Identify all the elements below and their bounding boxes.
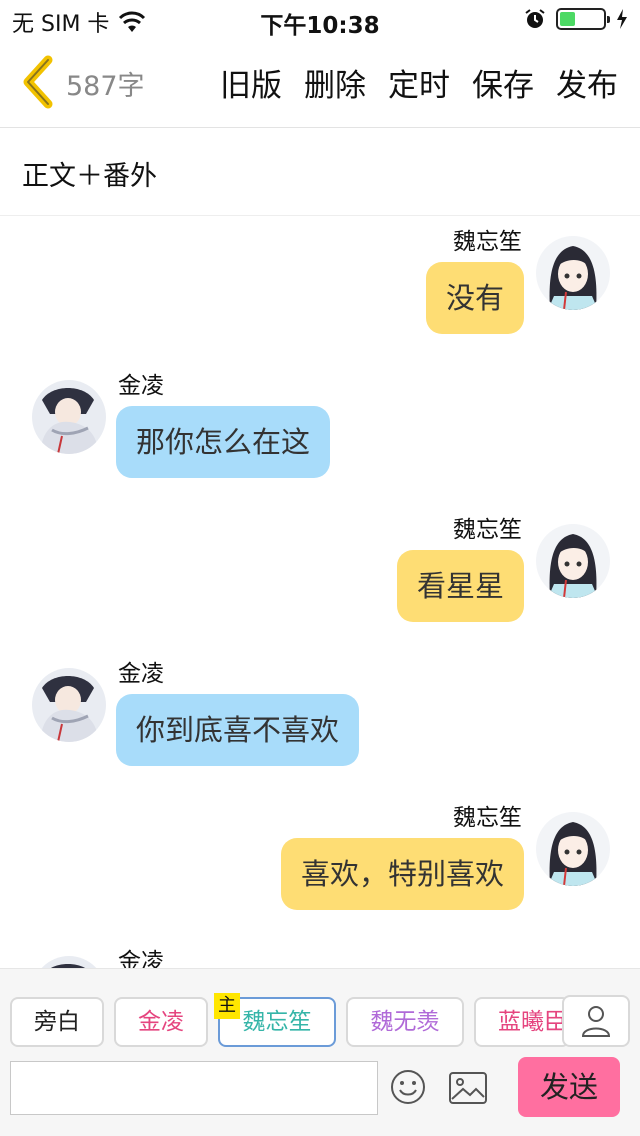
speaker-name: 金凌	[118, 373, 164, 399]
publish-button[interactable]: 发布	[556, 60, 618, 105]
avatar[interactable]	[32, 380, 106, 454]
emoji-icon[interactable]	[390, 1069, 426, 1105]
message-input[interactable]	[10, 1061, 378, 1115]
speaker-name: 金凌	[118, 949, 164, 968]
character-manage-button[interactable]	[562, 995, 630, 1047]
role-chip-lanxichen[interactable]: 蓝曦臣	[474, 997, 570, 1047]
message-bubble[interactable]: 看星星	[396, 550, 524, 622]
role-chip-weiwuxian[interactable]: 魏无羡	[346, 997, 464, 1047]
status-bar: 无 SIM 卡 下午10:38	[0, 0, 640, 40]
message-bubble[interactable]: 你到底喜不喜欢	[116, 694, 360, 766]
chat-message[interactable]: 金凌 那你怎么在这	[0, 360, 640, 510]
bottom-panel: 旁白 金凌 魏忘笙 主 魏无羡 蓝曦臣 发送	[0, 968, 640, 1136]
message-bubble[interactable]: 喜欢，特别喜欢	[280, 838, 524, 910]
battery-icon	[556, 8, 610, 30]
nav-bar: 587字 旧版 删除 定时 保存 发布	[0, 40, 640, 128]
old-version-button[interactable]: 旧版	[220, 60, 282, 105]
chat-message[interactable]: 魏忘笙 看星星	[0, 504, 640, 654]
image-icon[interactable]	[448, 1071, 488, 1105]
role-chip-narrator[interactable]: 旁白	[10, 997, 104, 1047]
chat-message[interactable]: 金凌 你到底喜不喜欢	[0, 648, 640, 798]
save-button[interactable]: 保存	[472, 60, 534, 105]
speaker-name: 魏忘笙	[453, 229, 522, 255]
message-bubble[interactable]: 没有	[425, 262, 524, 334]
chat-message[interactable]: 魏忘笙 没有	[0, 216, 640, 366]
schedule-button[interactable]: 定时	[388, 60, 450, 105]
chat-area[interactable]: 魏忘笙 没有 金凌 那你怎么在这 魏忘笙 看星星 金凌 你到底喜不喜欢 魏忘笙 …	[0, 216, 640, 968]
message-bubble[interactable]: 那你怎么在这	[116, 406, 331, 478]
avatar[interactable]	[536, 524, 610, 598]
send-button[interactable]: 发送	[518, 1057, 620, 1117]
speaker-name: 魏忘笙	[453, 805, 522, 831]
role-selector[interactable]: 旁白 金凌 魏忘笙 主 魏无羡 蓝曦臣	[0, 993, 640, 1049]
avatar[interactable]	[32, 668, 106, 742]
avatar[interactable]	[536, 236, 610, 310]
chapter-title: 正文＋番外	[22, 161, 157, 192]
person-icon	[581, 1006, 611, 1037]
status-right	[524, 8, 628, 30]
alarm-icon	[525, 9, 545, 28]
charging-bolt-icon	[617, 9, 627, 29]
chat-message[interactable]: 金凌	[0, 936, 640, 968]
delete-button[interactable]: 删除	[304, 60, 366, 105]
avatar[interactable]	[536, 812, 610, 886]
word-count: 587字	[66, 71, 145, 102]
chapter-title-row[interactable]: 正文＋番外	[0, 128, 640, 216]
speaker-name: 金凌	[118, 661, 164, 687]
chat-message[interactable]: 魏忘笙 喜欢，特别喜欢	[0, 792, 640, 942]
back-chevron-icon[interactable]	[18, 54, 58, 110]
role-chip-jinling[interactable]: 金凌	[114, 997, 208, 1047]
main-role-badge: 主	[214, 993, 240, 1019]
nav-actions: 旧版 删除 定时 保存 发布	[220, 60, 618, 105]
avatar[interactable]	[32, 956, 106, 968]
speaker-name: 魏忘笙	[453, 517, 522, 543]
